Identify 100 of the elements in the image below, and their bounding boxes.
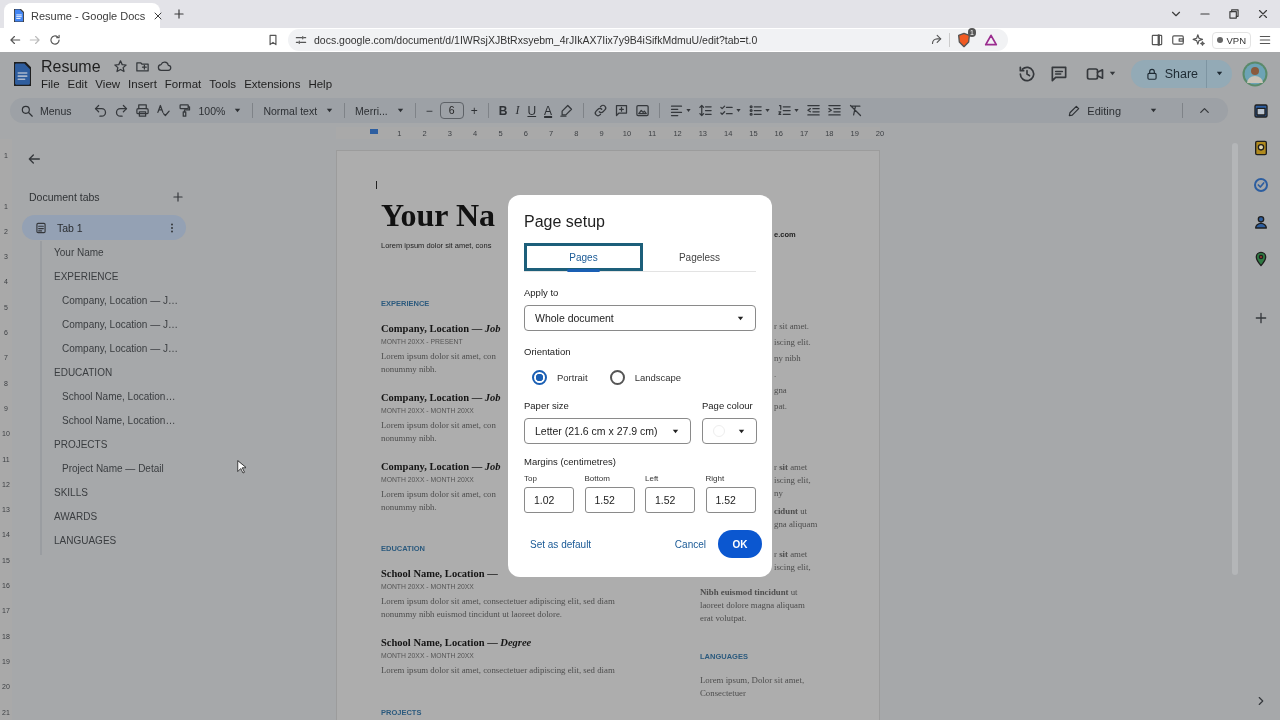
zoom-dropdown[interactable]: 100% — [194, 104, 247, 117]
menu-item[interactable]: Help — [304, 77, 337, 90]
spellcheck-icon[interactable] — [155, 103, 171, 118]
avatar-icon[interactable] — [1242, 60, 1268, 87]
radio-button[interactable] — [609, 370, 625, 385]
lightbulb-icon[interactable] — [1253, 140, 1269, 156]
cloud-icon[interactable] — [156, 59, 172, 74]
outline-item[interactable]: Your Name — [42, 241, 192, 265]
site-settings-icon[interactable] — [294, 33, 308, 47]
dialog-tab[interactable]: Pageless — [643, 243, 756, 271]
align-left-icon[interactable] — [669, 103, 685, 118]
editing-mode-dropdown[interactable]: Editing — [1061, 102, 1164, 119]
indent-marker[interactable] — [370, 129, 378, 134]
set-as-default-button[interactable]: Set as default — [522, 534, 600, 554]
outline-item[interactable]: School Name, Location… — [42, 385, 192, 409]
text-color-button[interactable]: A — [540, 103, 557, 118]
menu-item[interactable]: Format — [160, 77, 206, 90]
line-spacing-icon[interactable] — [698, 103, 714, 118]
more-options-icon[interactable] — [170, 222, 174, 233]
menu-item[interactable]: Extensions — [240, 77, 305, 90]
print-icon[interactable] — [134, 103, 150, 118]
close-icon[interactable] — [1256, 7, 1270, 21]
document-tab[interactable]: Tab 1 — [22, 215, 186, 240]
map-pin-icon[interactable] — [1253, 251, 1269, 267]
paint-roller-icon[interactable] — [176, 103, 192, 118]
document-title[interactable]: Resume — [41, 57, 101, 76]
image-icon[interactable] — [635, 103, 651, 118]
radio-button[interactable] — [532, 370, 547, 385]
star-icon[interactable] — [112, 59, 128, 74]
ok-button[interactable]: OK — [718, 530, 762, 558]
caret-icon[interactable] — [764, 107, 772, 114]
redo-icon[interactable] — [113, 103, 129, 118]
outline-item[interactable]: Project Name — Detail — [42, 457, 192, 481]
add-comment-icon[interactable] — [614, 103, 630, 118]
outline-item[interactable]: Company, Location — J… — [42, 313, 192, 337]
bookmark-icon[interactable] — [266, 33, 280, 47]
caret-icon[interactable] — [1107, 69, 1117, 78]
calendar-icon[interactable] — [1253, 103, 1269, 119]
margin-input[interactable]: 1.02 — [524, 487, 574, 513]
sidebar-icon[interactable] — [1150, 33, 1165, 47]
add-tab-icon[interactable] — [171, 190, 185, 204]
underline-button[interactable]: U — [523, 103, 541, 118]
dialog-tab[interactable]: Pages — [524, 243, 643, 271]
outline-item[interactable]: EXPERIENCE — [42, 265, 192, 289]
margin-input[interactable]: 1.52 — [645, 487, 695, 513]
menu-item[interactable]: File — [37, 77, 64, 90]
margin-input[interactable]: 1.52 — [705, 487, 756, 513]
triangle-icon[interactable] — [984, 33, 998, 47]
folder-icon[interactable] — [134, 59, 150, 74]
apply-to-dropdown[interactable]: Whole document — [524, 305, 756, 331]
style-dropdown[interactable]: Normal text — [259, 104, 339, 117]
margin-input[interactable]: 1.52 — [584, 487, 635, 513]
menu-item[interactable]: Edit — [63, 77, 92, 90]
tasks-icon[interactable] — [1253, 177, 1269, 193]
link-icon[interactable] — [593, 103, 609, 118]
decrease-size-button[interactable]: − — [421, 103, 437, 118]
indent-decrease-icon[interactable] — [806, 103, 822, 118]
outline-item[interactable]: SKILLS — [42, 481, 192, 505]
clear-format-icon[interactable] — [848, 103, 864, 118]
outline-item[interactable]: AWARDS — [42, 505, 192, 529]
reload-icon[interactable] — [48, 33, 62, 47]
italic-button[interactable]: I — [511, 103, 524, 118]
caret-icon[interactable] — [793, 107, 801, 114]
menu-icon[interactable] — [1258, 33, 1272, 47]
caret-icon[interactable] — [685, 107, 693, 114]
sparkle-icon[interactable] — [1192, 33, 1207, 47]
indent-increase-icon[interactable] — [827, 103, 843, 118]
new-tab-icon[interactable] — [172, 7, 186, 21]
menu-item[interactable]: View — [91, 77, 125, 90]
outline-item[interactable]: School Name, Location… — [42, 409, 192, 433]
bullet-list-icon[interactable] — [748, 103, 764, 118]
radio-label[interactable]: Portrait — [557, 372, 588, 383]
wallet-icon[interactable] — [1171, 33, 1186, 47]
numbered-list-icon[interactable] — [777, 103, 793, 118]
outline-item[interactable]: EDUCATION — [42, 361, 192, 385]
increase-size-button[interactable]: + — [466, 103, 482, 118]
paper-size-dropdown[interactable]: Letter (21.6 cm x 27.9 cm) — [524, 418, 691, 444]
add-icon[interactable] — [1253, 310, 1269, 326]
bold-button[interactable]: B — [494, 103, 512, 118]
caret-icon[interactable] — [735, 107, 743, 114]
back-icon[interactable] — [26, 151, 42, 167]
browser-tab[interactable]: Resume - Google Docs — [4, 3, 160, 28]
checklist-icon[interactable] — [719, 103, 735, 118]
back-icon[interactable] — [8, 33, 22, 47]
shield-icon[interactable] — [956, 32, 972, 48]
menu-item[interactable]: Tools — [205, 77, 241, 90]
vpn-button[interactable]: VPN — [1212, 31, 1251, 49]
outline-item[interactable]: LANGUAGES — [42, 529, 192, 553]
outline-item[interactable]: Company, Location — J… — [42, 337, 192, 361]
cancel-button[interactable]: Cancel — [666, 534, 714, 554]
menus-search-field[interactable]: Menus — [20, 103, 72, 118]
radio-label[interactable]: Landscape — [634, 372, 682, 383]
restore-icon[interactable] — [1227, 7, 1241, 21]
outline-item[interactable]: Company, Location — J… — [42, 289, 192, 313]
share-icon[interactable] — [929, 33, 943, 47]
undo-icon[interactable] — [92, 103, 108, 118]
outline-item[interactable]: PROJECTS — [42, 433, 192, 457]
highlighter-icon[interactable] — [559, 103, 575, 118]
docs-logo-icon[interactable] — [14, 61, 31, 86]
font-dropdown[interactable]: Merri... — [351, 104, 409, 117]
